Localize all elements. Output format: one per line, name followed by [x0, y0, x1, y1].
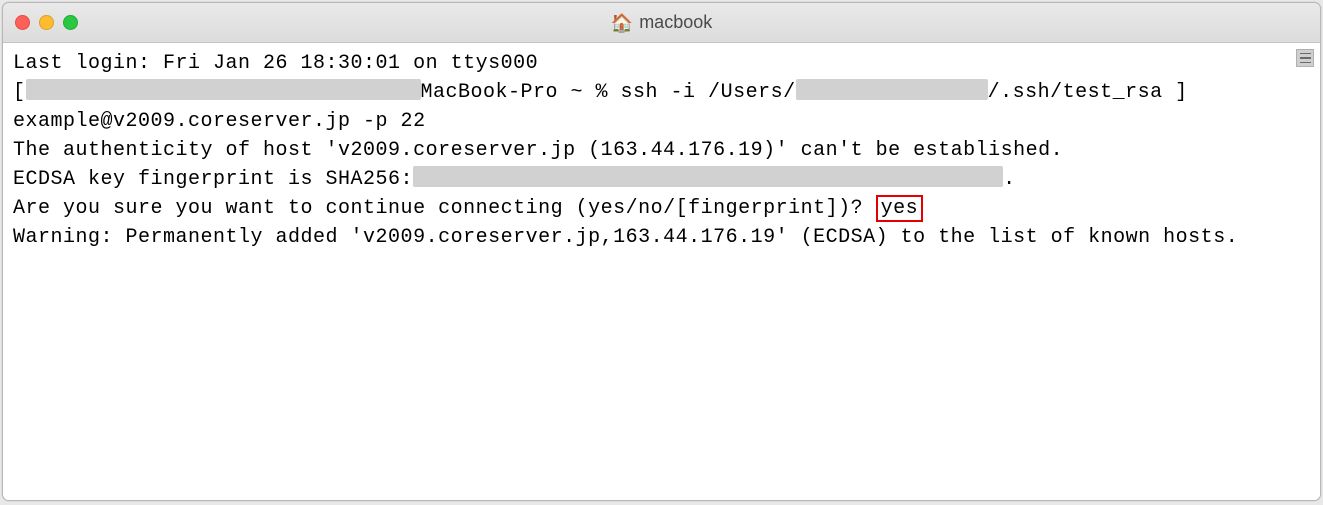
- prompt-end: /.ssh/test_rsa ]: [988, 81, 1188, 104]
- fingerprint-suffix: .: [1003, 168, 1016, 191]
- user-input-yes[interactable]: yes: [876, 195, 924, 222]
- window-titlebar[interactable]: 🏠 macbook: [3, 3, 1320, 43]
- last-login-line: Last login: Fri Jan 26 18:30:01 on ttys0…: [13, 52, 538, 75]
- redacted-fingerprint: [413, 166, 1003, 187]
- window-controls: [15, 15, 78, 30]
- fingerprint-prefix: ECDSA key fingerprint is SHA256:: [13, 168, 413, 191]
- content-area: Last login: Fri Jan 26 18:30:01 on ttys0…: [3, 43, 1320, 500]
- redacted-hostname: [26, 79, 421, 100]
- prompt-mid: MacBook-Pro ~ % ssh -i /Users/: [421, 81, 796, 104]
- confirm-prompt: Are you sure you want to continue connec…: [13, 197, 876, 220]
- home-icon: 🏠: [611, 14, 633, 32]
- zoom-button[interactable]: [63, 15, 78, 30]
- redacted-user-path: [796, 79, 988, 100]
- ssh-target-line: example@v2009.coreserver.jp -p 22: [13, 110, 426, 133]
- prompt-open-bracket: [: [13, 81, 26, 104]
- window-title: 🏠 macbook: [611, 12, 712, 33]
- close-button[interactable]: [15, 15, 30, 30]
- terminal-window: 🏠 macbook Last login: Fri Jan 26 18:30:0…: [2, 2, 1321, 501]
- known-hosts-warning: Warning: Permanently added 'v2009.corese…: [13, 226, 1238, 249]
- terminal-output[interactable]: Last login: Fri Jan 26 18:30:01 on ttys0…: [3, 43, 1320, 500]
- window-title-text: macbook: [639, 12, 712, 33]
- authenticity-line: The authenticity of host 'v2009.coreserv…: [13, 139, 1063, 162]
- scroll-indicator-icon[interactable]: [1296, 49, 1314, 67]
- minimize-button[interactable]: [39, 15, 54, 30]
